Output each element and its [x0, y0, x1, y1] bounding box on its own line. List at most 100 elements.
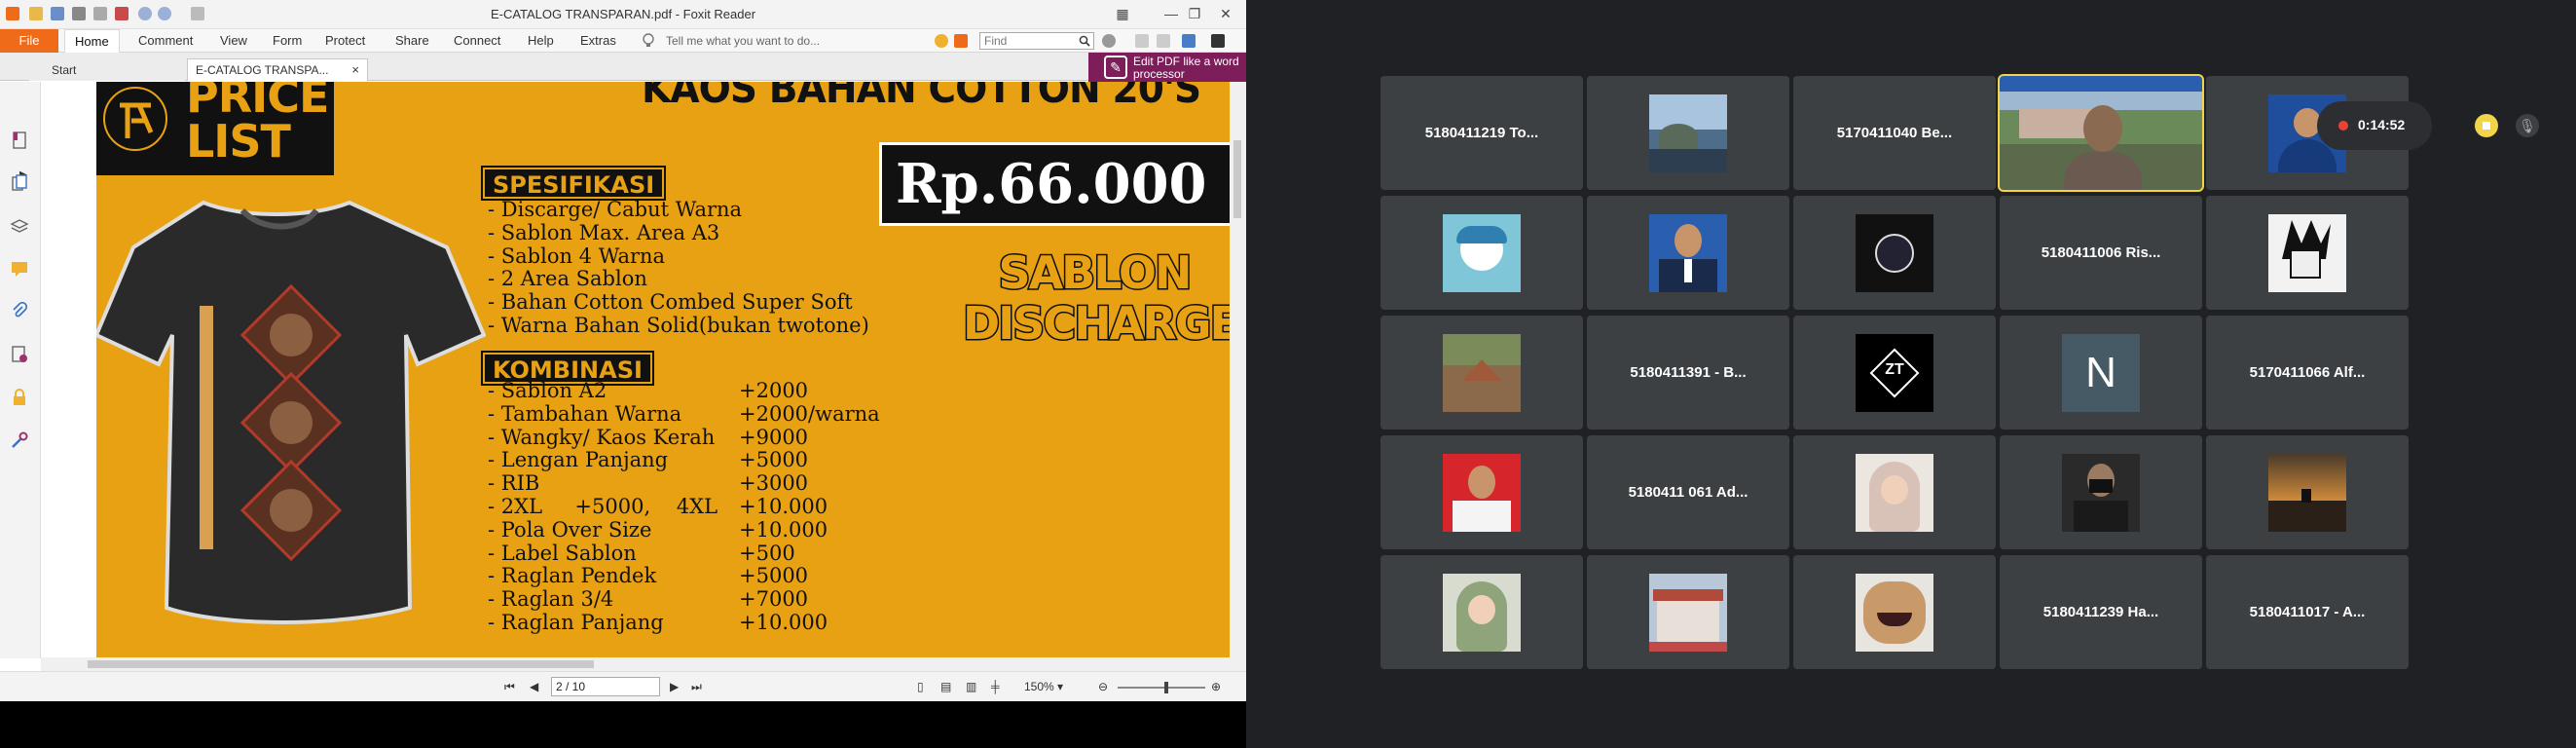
- layers-icon[interactable]: [10, 216, 29, 236]
- participant-tile[interactable]: 5180411239 Ha...: [2000, 555, 2202, 669]
- tab-home[interactable]: Home: [64, 29, 120, 53]
- participant-tile[interactable]: [1380, 435, 1583, 549]
- first-page-icon[interactable]: ⏮: [504, 680, 515, 694]
- close-tab-icon[interactable]: ×: [351, 59, 359, 81]
- split-view-icon[interactable]: ╪: [991, 680, 1000, 693]
- horizontal-scrollbar[interactable]: [41, 657, 1230, 671]
- tools-icon[interactable]: [10, 430, 29, 450]
- prev-page-icon[interactable]: ◀: [530, 680, 538, 693]
- participant-name: 5180411006 Ris...: [2041, 244, 2161, 261]
- continuous-view-icon[interactable]: ▤: [940, 680, 951, 693]
- tab-view[interactable]: View: [210, 29, 257, 53]
- participant-tile[interactable]: 5180411006 Ris...: [2000, 196, 2202, 310]
- participant-tile[interactable]: ZT: [1793, 316, 1996, 430]
- tab-protect[interactable]: Protect: [315, 29, 375, 53]
- participant-tile[interactable]: [1587, 555, 1789, 669]
- list-item: - Warna Bahan Solid(bukan twotone): [488, 313, 869, 337]
- tab-form[interactable]: Form: [263, 29, 312, 53]
- participant-name: 5180411 061 Ad...: [1628, 484, 1748, 501]
- minimize-button[interactable]: —: [1160, 4, 1182, 23]
- window-title: E-CATALOG TRANSPARAN.pdf - Foxit Reader: [490, 7, 756, 21]
- list-item: - Sablon Max. Area A3: [488, 220, 720, 244]
- participant-tile[interactable]: 5180411219 To...: [1380, 76, 1583, 190]
- edit-pdf-promo[interactable]: ✎ Edit PDF like a word processor: [1088, 53, 1246, 82]
- scroll-thumb[interactable]: [88, 660, 594, 668]
- participant-tile[interactable]: N: [2000, 316, 2202, 430]
- comment-icon[interactable]: [954, 34, 968, 48]
- tab-comment[interactable]: Comment: [129, 29, 202, 53]
- participant-tile[interactable]: [1587, 76, 1789, 190]
- tab-document-label: E-CATALOG TRANSPA...: [196, 63, 329, 77]
- facing-view-icon[interactable]: ▥: [966, 680, 976, 693]
- participant-tile[interactable]: 5170411066 Alf...: [2206, 316, 2409, 430]
- tab-document[interactable]: E-CATALOG TRANSPA... ×: [187, 58, 368, 81]
- layout-icon[interactable]: ▦: [1112, 4, 1133, 23]
- single-page-view-icon[interactable]: ▯: [917, 680, 924, 693]
- zoom-out-icon[interactable]: ⊖: [1098, 680, 1108, 693]
- vertical-scrollbar[interactable]: [1230, 82, 1246, 671]
- tell-me-input[interactable]: Tell me what you want to do...: [666, 29, 820, 53]
- price-item: +3000: [739, 471, 809, 496]
- recording-indicator: 0:14:52: [2317, 101, 2432, 150]
- signature-icon[interactable]: [10, 345, 29, 364]
- participant-tile[interactable]: [1793, 435, 1996, 549]
- notification-icon[interactable]: [1182, 34, 1196, 48]
- participant-tile[interactable]: [2206, 435, 2409, 549]
- tab-file[interactable]: File: [0, 29, 58, 53]
- price-item: +9000: [739, 425, 809, 449]
- pages-icon[interactable]: [10, 173, 29, 193]
- participant-tile[interactable]: [2206, 196, 2409, 310]
- sablon-discharge-title: SABLON DISCHARGE: [962, 246, 1231, 351]
- brand-logo-icon: [103, 87, 167, 151]
- participant-tile[interactable]: [1587, 196, 1789, 310]
- close-button[interactable]: ✕: [1215, 4, 1236, 23]
- search-icon[interactable]: [1079, 35, 1090, 47]
- participant-tile[interactable]: [1380, 555, 1583, 669]
- restore-button[interactable]: ❐: [1184, 4, 1205, 23]
- settings-icon[interactable]: [1102, 34, 1116, 48]
- scroll-thumb[interactable]: [1233, 140, 1241, 218]
- kombinasi-prices: +2000 +2000/warna +9000 +5000 +3000 +10.…: [739, 379, 880, 635]
- find-input[interactable]: Find: [979, 32, 1094, 50]
- participant-name: 5180411017 - A...: [2249, 604, 2366, 620]
- page-number-input[interactable]: 2 / 10: [551, 677, 660, 696]
- left-panel: ▶: [0, 82, 41, 658]
- status-bar: ⏮ ◀ 2 / 10 ▶ ⏭ ▯ ▤ ▥ ╪ 150% ▾ ⊖ ⊕: [0, 671, 1246, 701]
- lock-icon[interactable]: [10, 388, 29, 407]
- back-icon[interactable]: [1135, 34, 1149, 48]
- bookmark-icon[interactable]: [10, 131, 29, 150]
- tab-connect[interactable]: Connect: [444, 29, 510, 53]
- smiley-icon[interactable]: [935, 34, 948, 48]
- stop-recording-button[interactable]: [2475, 114, 2498, 137]
- zoom-slider[interactable]: [1118, 682, 1205, 693]
- zoom-in-icon[interactable]: ⊕: [1211, 680, 1221, 693]
- participant-name: 5180411219 To...: [1424, 125, 1539, 141]
- list-item: - Label Sablon: [488, 541, 637, 565]
- participant-tile[interactable]: 5170411040 Be...: [1793, 76, 1996, 190]
- zoom-level[interactable]: 150% ▾: [1024, 677, 1092, 696]
- tab-help[interactable]: Help: [518, 29, 564, 53]
- comments-icon[interactable]: [10, 259, 29, 279]
- mic-off-icon[interactable]: 🎙: [2516, 114, 2539, 137]
- participant-tile[interactable]: 5180411391 - B...: [1587, 316, 1789, 430]
- participant-tile[interactable]: 5180411017 - A...: [2206, 555, 2409, 669]
- participant-tile[interactable]: [1793, 196, 1996, 310]
- avatar: [1856, 454, 1933, 532]
- participant-tile[interactable]: 5180411 061 Ad...: [1587, 435, 1789, 549]
- account-icon[interactable]: [1211, 34, 1225, 48]
- list-item: - RIB: [488, 471, 540, 496]
- participant-tile[interactable]: [2000, 435, 2202, 549]
- zoom-slider-knob[interactable]: [1164, 682, 1168, 693]
- participant-tile[interactable]: [1793, 555, 1996, 669]
- participant-tile[interactable]: [1380, 316, 1583, 430]
- next-page-icon[interactable]: ▶: [670, 680, 679, 693]
- active-speaker-tile[interactable]: [1998, 74, 2204, 192]
- tab-start[interactable]: Start: [29, 58, 185, 81]
- attachment-icon[interactable]: [10, 302, 29, 321]
- forward-icon[interactable]: [1157, 34, 1170, 48]
- avatar: [1856, 214, 1933, 292]
- last-page-icon[interactable]: ⏭: [691, 680, 702, 694]
- participant-tile[interactable]: [1380, 196, 1583, 310]
- tab-extras[interactable]: Extras: [570, 29, 626, 53]
- tab-share[interactable]: Share: [386, 29, 439, 53]
